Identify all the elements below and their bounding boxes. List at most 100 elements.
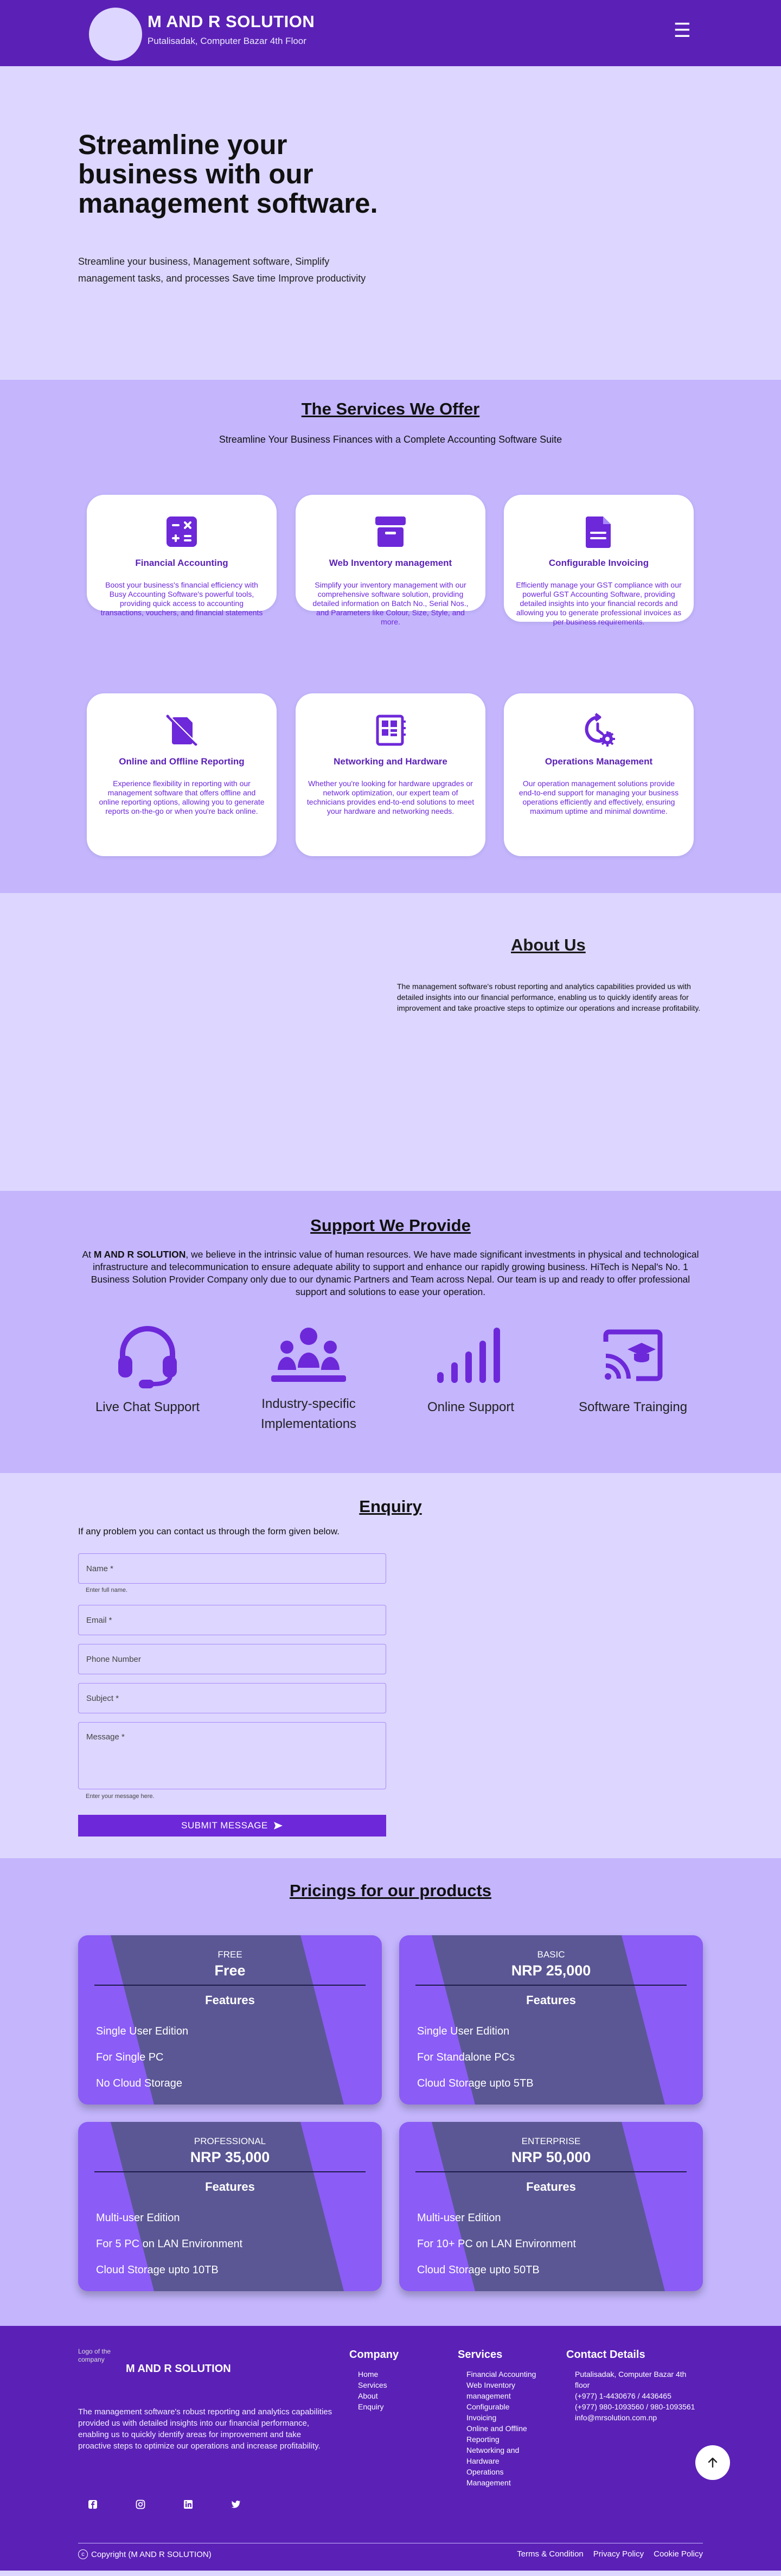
brand-name[interactable]: M AND R SOLUTION <box>148 12 315 31</box>
brand-address: Putalisadak, Computer Bazar 4th Floor <box>148 36 306 46</box>
service-title: Financial Accounting <box>135 558 228 568</box>
social-links <box>87 2498 242 2510</box>
operations-gear-icon <box>585 713 615 747</box>
enquiry-title: Enquiry <box>359 1497 422 1516</box>
service-title: Web Inventory management <box>329 558 452 568</box>
footer-service-link[interactable]: Online and Offline Reporting <box>466 2423 537 2445</box>
support-item-label: Live Chat Support <box>95 1400 200 1414</box>
support-lead-prefix: At <box>82 1249 94 1260</box>
scroll-to-top-button[interactable] <box>695 2445 730 2480</box>
footer-link-home[interactable]: Home <box>358 2369 399 2380</box>
name-hint: Enter full name. <box>86 1587 128 1593</box>
service-card-web-inventory[interactable]: Web Inventory management Simplify your i… <box>296 495 485 626</box>
pricing-card-basic[interactable]: BASIC NRP 25,000 Features Single User Ed… <box>399 1935 703 2105</box>
plan-tier: PROFESSIONAL <box>194 2136 266 2146</box>
plan-feature: For Standalone PCs <box>417 2051 515 2063</box>
footer-service-link[interactable]: Financial Accounting <box>466 2369 537 2380</box>
cast-education-icon <box>603 1329 663 1381</box>
cookie-link[interactable]: Cookie Policy <box>654 2549 703 2559</box>
about-section: About Us The management software's robus… <box>0 893 781 1191</box>
facebook-icon[interactable] <box>87 2498 99 2510</box>
service-text: Whether you're looking for hardware upgr… <box>306 779 475 815</box>
inventory-box-icon <box>375 517 406 547</box>
plan-divider <box>415 2171 687 2172</box>
enquiry-intro: If any problem you can contact us throug… <box>78 1526 340 1536</box>
pricing-card-professional[interactable]: PROFESSIONAL NRP 35,000 Features Multi-u… <box>78 2122 382 2291</box>
team-icon <box>271 1328 346 1382</box>
terms-link[interactable]: Terms & Condition <box>517 2549 584 2559</box>
site-header: M AND R SOLUTION Putalisadak, Computer B… <box>0 0 781 66</box>
phone-input[interactable] <box>78 1644 386 1674</box>
copyright-text: Copyright (M AND R SOLUTION) <box>91 2549 212 2559</box>
plan-features-heading: Features <box>526 1993 576 2007</box>
pricing-card-enterprise[interactable]: ENTERPRISE NRP 50,000 Features Multi-use… <box>399 2122 703 2291</box>
footer-services-column: Services Financial Accounting Web Invent… <box>458 2349 537 2488</box>
support-item-label: Online Support <box>427 1400 515 1414</box>
service-card-configurable-invoicing[interactable]: Configurable Invoicing Efficiently manag… <box>504 495 694 626</box>
site-footer: Logo of the company M AND R SOLUTION The… <box>0 2326 781 2571</box>
service-text: Boost your business's financial efficien… <box>100 581 263 617</box>
instagram-icon[interactable] <box>135 2498 146 2510</box>
service-card-operations-management[interactable]: Operations Management Our operation mana… <box>504 693 694 856</box>
twitter-icon[interactable] <box>230 2498 242 2510</box>
footer-services-title: Services <box>458 2349 503 2361</box>
submit-message-button[interactable]: SUBMIT MESSAGE <box>78 1815 386 1837</box>
plan-divider <box>94 1985 366 1986</box>
plan-feature: Multi-user Edition <box>96 2212 180 2224</box>
contact-phone[interactable]: (+977) 1-4430676 / 4436465 <box>575 2390 700 2401</box>
footer-service-link[interactable]: Web Inventory management <box>466 2380 537 2401</box>
footer-service-link[interactable]: Networking and Hardware <box>466 2445 537 2466</box>
plan-tier: ENTERPRISE <box>521 2136 581 2146</box>
footer-link-about[interactable]: About <box>358 2390 399 2401</box>
support-item-industry-specific: Industry-specific Implementations <box>238 1325 379 1434</box>
send-icon <box>273 1822 283 1829</box>
plan-features-heading: Features <box>205 1993 255 2007</box>
plan-feature: Multi-user Edition <box>417 2212 501 2224</box>
footer-service-link[interactable]: Configurable Invoicing <box>466 2401 537 2423</box>
linkedin-icon[interactable] <box>182 2498 194 2510</box>
invoice-document-icon <box>586 517 611 548</box>
plan-feature: Cloud Storage upto 5TB <box>417 2077 534 2089</box>
message-textarea[interactable] <box>78 1722 386 1789</box>
plan-feature: Single User Edition <box>96 2025 189 2037</box>
footer-contact-column: Contact Details Putalisadak, Computer Ba… <box>566 2349 700 2423</box>
hero-title: Streamline your business with our manage… <box>78 129 378 219</box>
contact-mobile[interactable]: (+977) 980-1093560 / 980-1093561 <box>575 2401 700 2412</box>
plan-divider <box>415 1985 687 1986</box>
service-text: Our operation management solutions provi… <box>518 779 679 815</box>
privacy-link[interactable]: Privacy Policy <box>593 2549 644 2559</box>
footer-link-services[interactable]: Services <box>358 2380 399 2390</box>
service-card-networking-hardware[interactable]: Networking and Hardware Whether you're l… <box>296 693 485 856</box>
plan-feature: Cloud Storage upto 10TB <box>96 2264 219 2276</box>
footer-service-link[interactable]: Operations Management <box>466 2466 537 2488</box>
copyright: c Copyright (M AND R SOLUTION) <box>78 2549 212 2559</box>
hamburger-icon[interactable]: ☰ <box>674 21 691 40</box>
headset-icon <box>118 1326 177 1388</box>
footer-link-enquiry[interactable]: Enquiry <box>358 2401 399 2412</box>
pricing-card-free[interactable]: FREE Free Features Single User Edition F… <box>78 1935 382 2105</box>
service-text: Efficiently manage your GST compliance w… <box>516 581 682 626</box>
hero-section: Streamline your business with our manage… <box>0 66 781 380</box>
service-title: Configurable Invoicing <box>548 558 649 568</box>
plan-price: NRP 50,000 <box>511 2149 591 2165</box>
support-lead-brand: M AND R SOLUTION <box>93 1249 186 1260</box>
contact-address: Putalisadak, Computer Bazar 4th floor <box>575 2370 687 2389</box>
name-input[interactable] <box>78 1553 386 1584</box>
support-item-software-training: Software Trainging <box>562 1325 703 1417</box>
service-title: Online and Offline Reporting <box>119 756 245 767</box>
submit-label: SUBMIT MESSAGE <box>181 1820 268 1831</box>
service-card-financial-accounting[interactable]: Financial Accounting Boost your business… <box>87 495 277 617</box>
support-item-label: Software Trainging <box>578 1400 688 1414</box>
footer-contact-title: Contact Details <box>566 2349 645 2361</box>
subject-input[interactable] <box>78 1683 386 1713</box>
email-input[interactable] <box>78 1605 386 1635</box>
footer-about-text: The management software's robust reporti… <box>78 2407 332 2451</box>
contact-email[interactable]: info@mrsolution.com.np <box>575 2412 700 2423</box>
plan-feature: Cloud Storage upto 50TB <box>417 2264 540 2276</box>
service-card-online-offline-reporting[interactable]: Online and Offline Reporting Experience … <box>87 693 277 856</box>
brand-logo[interactable] <box>89 8 142 61</box>
plan-tier: FREE <box>217 1949 242 1960</box>
support-item-live-chat: Live Chat Support <box>77 1325 218 1417</box>
support-item-label: Industry-specific Implementations <box>260 1397 357 1431</box>
footer-logo-image[interactable]: Logo of the company <box>78 2348 118 2388</box>
